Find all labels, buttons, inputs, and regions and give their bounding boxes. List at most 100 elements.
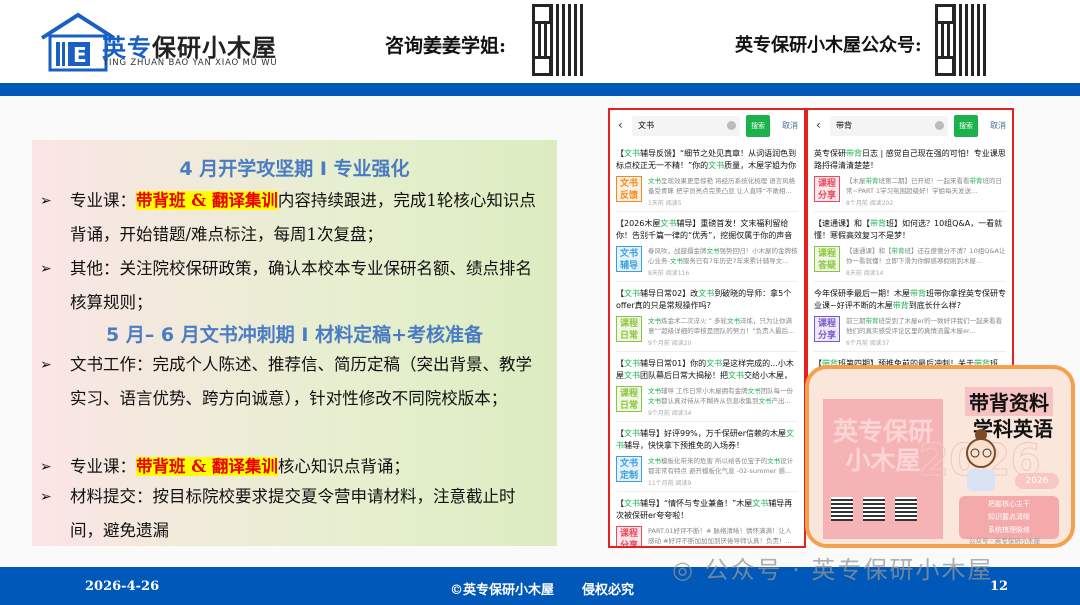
arrow-bullet-icon: ➢ — [40, 193, 52, 209]
clear-icon[interactable] — [935, 121, 944, 130]
result-snippet: 文书炼金术二次淬火 ” 多轮文书淬炼，只为让你满意”“超级详细的审核是团队的努力… — [648, 317, 795, 335]
clear-icon[interactable] — [727, 121, 736, 130]
bullet-text: 其他：关注院校保研政策，确认本校本专业保研名额、绩点排名核算规则； — [70, 259, 532, 312]
bullet-label: 专业课： — [70, 457, 136, 476]
search-result-item[interactable]: 【2026木屋文书辅导】重磅首发！文末福利留给你！告别千篇一律的“优秀”，挖掘仅… — [616, 212, 798, 282]
official-account-qr-code[interactable] — [935, 4, 987, 76]
search-screenshot-daibei: ‹ 带背 搜索 取消 英专保研带背日志 | 感觉自己现在强的可怕！专业课思路捋得… — [806, 108, 1014, 398]
footer-date: 2026-4-26 — [85, 579, 160, 594]
promo-bullet: 把握核心主干 — [988, 500, 1030, 508]
result-title: 今年保研季最后一期！木屋带背班带你拿捏英专保研专业课~好评不断的木屋带背到底长什… — [814, 289, 1006, 310]
search-screenshot-wenshu: ‹ 文书 搜索 取消 【文书辅导反馈】“细节之处见真章！从词语润色到标点校正无一… — [608, 108, 806, 548]
back-arrow-icon[interactable]: ‹ — [618, 118, 623, 132]
logo-pinyin: YING ZHUAN BAO YAN XIAO MU WU — [103, 58, 278, 68]
bullet-other-april: ➢ 其他：关注院校保研政策，确认本校本专业保研名额、绩点排名核算规则； — [40, 252, 542, 320]
result-snippet: 文书辅导 工作日常小木屋拥有金牌文书团队每一份文书都认真对待从不糊弄从信息收集到… — [648, 387, 794, 405]
footer-copyright: ©英专保研小木屋 — [450, 583, 555, 598]
cancel-button[interactable]: 取消 — [782, 120, 798, 131]
result-thumbnail: 课程分享 — [814, 316, 840, 342]
bullet-submission: ➢ 材料提交：按目标院校要求提交夏令营申请材料，注意截止时间，避免遗漏 — [40, 480, 542, 548]
result-title: 英专保研带背日志 | 感觉自己现在强的可怕！专业课思路捋得清清楚楚！ — [814, 149, 1006, 170]
bullet-label: 专业课： — [70, 191, 136, 210]
bullet-text: 材料提交：按目标院校要求提交夏令营申请材料，注意截止时间，避免遗漏 — [70, 487, 516, 540]
result-title: 【文书辅导】好评99%，万千保研er信赖的木屋文书辅导，快快拿下预推免的入场券！ — [616, 429, 794, 450]
result-meta: 8个月前 阅读202 — [846, 200, 894, 207]
result-thumbnail: 课程日常 — [616, 316, 642, 342]
result-title: 【速通课】和【带背班】如何选？10组Q&A，一看就懂！寒假高效复习不是梦！ — [814, 219, 1003, 240]
result-thumbnail: 课程分享 — [814, 176, 840, 202]
result-snippet: 春风吹，战鼓擂金牌文书强势回归！小木屋的金牌核心业务-文书服务已有7年历史7年来… — [648, 247, 798, 265]
result-snippet: 文书模板化带来的危害 所以给各位宝子的文书设计都非常有特点 避开模板化气息 -0… — [648, 457, 794, 475]
result-snippet: 前三期带背班受到了木屋er的一致好评我们一起来看看他们的真实感受评论区里的真情流… — [846, 317, 1003, 335]
search-result-item[interactable]: 英专保研带背日志 | 感觉自己现在强的可怕！专业课思路捋得清清楚楚！ 课程分享 【木… — [814, 142, 1006, 212]
result-title: 【文书辅导反馈】“细节之处见真章！从词语润色到标点校正无一不精！”你的文书质量，… — [616, 149, 797, 170]
search-result-item[interactable]: 【文书辅导反馈】“细节之处见真章！从词语润色到标点校正无一不精！”你的文书质量，… — [616, 142, 798, 212]
result-snippet: 【木屋带背班第二期】已开班！一起来看看带背班的日常~PART 1学习氛围超级好！… — [846, 177, 1002, 195]
result-title: 【文书辅导日常02】改文书到破晓的导师：拿5个offer真的只是常规操作吗? — [616, 289, 792, 310]
result-title: 【文书辅导日常01】你的文书是这样完成的...小木屋文书团队幕后日常大揭秘！把文… — [616, 359, 794, 380]
result-snippet: 【速通课】和【带背班】还在傻傻分不清？10组Q&A让你一看就懂！立即下滑为你解惑… — [846, 247, 1006, 265]
result-thumbnail: 文书反馈 — [616, 176, 642, 202]
bullet-text: 核心知识点背诵； — [277, 457, 410, 476]
result-list: 英专保研带背日志 | 感觉自己现在强的可怕！专业课思路捋得清清楚楚！ 课程分享 【木… — [814, 142, 1006, 396]
result-snippet: PART.01好评不断！# 脉络清晰！情怀满满！让人感动 #好评不断加加加到厌倦… — [648, 527, 792, 545]
arrow-bullet-icon: ➢ — [40, 489, 52, 505]
search-result-item[interactable]: 【文书辅导】“情怀与专业兼备！”木屋文书辅导再次被保研er夸夸啦！ 课程分享 PAR… — [616, 492, 798, 546]
footer-rights: 侵权必究 — [582, 583, 635, 598]
result-meta: 11个月前 阅读9 — [648, 480, 692, 487]
promo-watermark: 公众号 · 英专保研小木屋 — [969, 537, 1041, 545]
result-thumbnail: 课程分享 — [616, 526, 642, 546]
header-divider-bar — [0, 83, 1080, 96]
search-result-item[interactable]: 【文书辅导日常01】你的文书是这样完成的...小木屋文书团队幕后日常大揭秘！把文… — [616, 352, 798, 422]
svg-text:E: E — [73, 43, 87, 67]
result-title: 【文书辅导】“情怀与专业兼备！”木屋文书辅导再次被保研er夸夸啦！ — [616, 499, 793, 520]
section-title-april: 4 月开学攻坚期 I 专业强化 — [179, 158, 410, 180]
promo-qr-code — [831, 497, 853, 521]
result-meta: 1天前 阅读5 — [648, 200, 682, 207]
bullet-text: 文书工作：完成个人陈述、推荐信、简历定稿（突出背景、教学实习、语言优势、跨方向诚… — [70, 355, 532, 408]
highlight-course: 带背班 & 翻译集训 — [136, 191, 278, 210]
search-result-item[interactable]: 【速通课】和【带背班】如何选？10组Q&A，一看就懂！寒假高效复习不是梦！ 课程答… — [814, 212, 1006, 282]
result-meta: 8天前 阅读14 — [846, 270, 884, 277]
plan-content-box: 4 月开学攻坚期 I 专业强化 ➢ 专业课：带背班 & 翻译集训内容持续跟进，完成… — [32, 140, 557, 546]
search-result-item[interactable]: 今年保研季最后一期！木屋带背班带你拿捏英专保研专业课~好评不断的木屋带背到底长什… — [814, 282, 1006, 352]
promo-bullets: 把握核心主干 知识要点清晰 系统梳理脉络 — [959, 496, 1059, 539]
search-button[interactable]: 搜索 — [954, 115, 978, 137]
result-thumbnail: 课程日常 — [616, 386, 642, 412]
official-account-label: 英专保研小木屋公众号: — [735, 35, 922, 56]
consult-label: 咨询姜姜学姐: — [385, 35, 507, 57]
result-list: 【文书辅导反馈】“细节之处见真章！从词语润色到标点校正无一不精！”你的文书质量，… — [616, 142, 798, 546]
search-query: 带背 — [836, 121, 852, 130]
arrow-bullet-icon: ➢ — [40, 357, 52, 373]
bullet-documents: ➢ 文书工作：完成个人陈述、推荐信、简历定稿（突出背景、教学实习、语言优势、跨方向… — [40, 348, 542, 416]
arrow-bullet-icon: ➢ — [40, 261, 52, 277]
search-result-item[interactable]: 【文书辅导】好评99%，万千保研er信赖的木屋文书辅导，快快拿下预推免的入场券！… — [616, 422, 798, 492]
promo-qr-code — [895, 497, 917, 521]
highlight-course: 带背班 & 翻译集训 — [136, 457, 278, 476]
search-bar: ‹ 带背 搜索 取消 — [814, 114, 1008, 138]
cancel-button[interactable]: 取消 — [990, 120, 1006, 131]
watermark-text: 公众号 · 英专保研小木屋 — [704, 556, 994, 584]
search-result-item[interactable]: 【文书辅导日常02】改文书到破晓的导师：拿5个offer真的只是常规操作吗? 课程… — [616, 282, 798, 352]
search-input[interactable]: 带背 — [830, 116, 948, 136]
consult-qr-code[interactable] — [532, 4, 584, 76]
result-meta: 6个月前 阅读37 — [846, 340, 890, 347]
result-title: 【2026木屋文书辅导】重磅首发！文末福利留给你！告别千篇一律的“优秀”，挖掘仅… — [616, 219, 793, 240]
promo-card: 英专保研小木屋 带背资料 学科英语 2026 2026 把握核心主干 知识要点清… — [805, 365, 1075, 548]
promo-year-badge: 2026 — [1015, 473, 1059, 489]
search-bar: ‹ 文书 搜索 取消 — [616, 114, 800, 138]
wechat-watermark: ◎ 公众号 · 英专保研小木屋 — [672, 556, 994, 584]
search-input[interactable]: 文书 — [632, 116, 740, 136]
result-meta: 9个月前 阅读34 — [648, 410, 692, 417]
section-title-may-june: 5 月– 6 月文书冲刺期 I 材料定稿+考核准备 — [105, 324, 483, 346]
result-meta: 8天前 阅读116 — [648, 270, 690, 277]
search-button[interactable]: 搜索 — [746, 115, 770, 137]
result-thumbnail: 文书定制 — [616, 456, 642, 482]
result-snippet: 文书呈现效果更是惊艳 将经历系统化梳理 语言风格备受青睐 把学员亮点完美凸显 让… — [648, 177, 796, 195]
back-arrow-icon[interactable]: ‹ — [816, 118, 821, 132]
promo-qr-code — [863, 497, 885, 521]
search-query: 文书 — [638, 121, 654, 130]
girl-illustration-icon — [966, 429, 996, 491]
slide-header: E 英专保研小木屋 YING ZHUAN BAO YAN XIAO MU WU … — [0, 0, 1080, 83]
bullet-major-course-may: ➢ 专业课：带背班 & 翻译集训核心知识点背诵； — [40, 450, 542, 484]
